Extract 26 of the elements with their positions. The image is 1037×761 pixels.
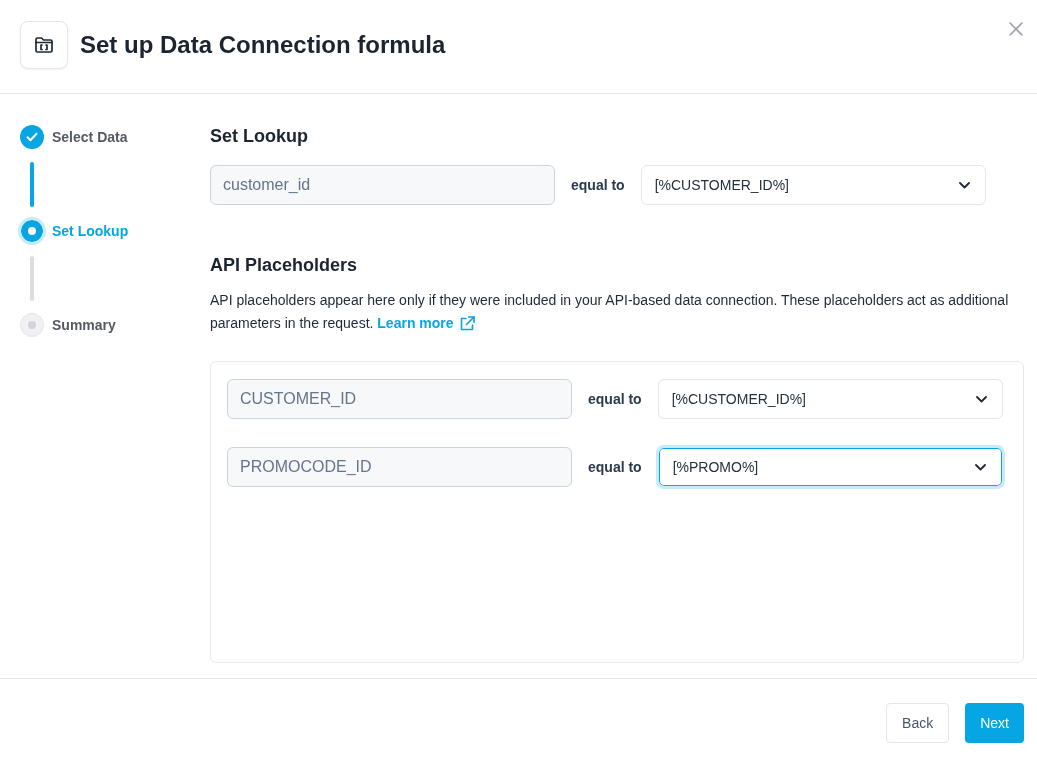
- chevron-down-icon[interactable]: [975, 395, 987, 403]
- step-label: Set Lookup: [52, 221, 129, 241]
- step-connector: [30, 162, 34, 207]
- text-field[interactable]: PROMOCODE_ID: [227, 447, 572, 487]
- section-heading: Set Lookup: [210, 125, 309, 148]
- field-label: equal to: [588, 389, 642, 409]
- field-label: equal to: [588, 457, 642, 477]
- chevron-down-icon[interactable]: [958, 181, 970, 189]
- folder-icon: [20, 21, 68, 69]
- next-button[interactable]: Next: [965, 703, 1024, 743]
- section-heading: API Placeholders: [210, 254, 359, 277]
- text-field[interactable]: customer_id: [210, 165, 555, 205]
- description-text: API placeholders appear here only if they were included in your API-based data connection. These placeholders act as additional parameters in the request. Learn more: [210, 289, 1024, 335]
- external-link-icon[interactable]: [458, 315, 475, 332]
- field-label: equal to: [571, 175, 625, 195]
- step-connector: [30, 256, 34, 301]
- chevron-down-icon[interactable]: [974, 463, 986, 471]
- dropdown[interactable]: [%CUSTOMER_ID%]: [657, 379, 1003, 419]
- step-label: Summary: [52, 315, 116, 335]
- dropdown[interactable]: [%PROMO%]: [655, 445, 1005, 489]
- learn-more-link[interactable]: Learn more: [377, 312, 475, 335]
- dropdown[interactable]: [%CUSTOMER_ID%]: [640, 165, 986, 205]
- text-field[interactable]: CUSTOMER_ID: [227, 379, 572, 419]
- dialog-title: Set up Data Connection formula: [80, 30, 446, 60]
- step-label: Select Data: [52, 127, 128, 147]
- back-button[interactable]: Back: [886, 703, 950, 743]
